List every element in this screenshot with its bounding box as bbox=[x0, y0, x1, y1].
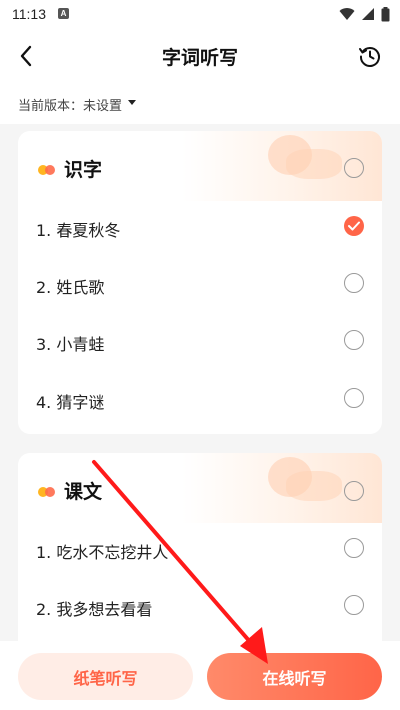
list-item-label: 2. 姓氏歌 bbox=[36, 278, 105, 297]
section-dots-icon bbox=[38, 163, 58, 175]
list-item-label: 2. 我多想去看看 bbox=[36, 600, 153, 619]
section-card-2: 课文 1. 吃水不忘挖井人 2. 我多想去看看 bbox=[18, 453, 382, 653]
section-header: 课文 bbox=[38, 477, 102, 504]
online-dictation-button[interactable]: 在线听写 bbox=[207, 653, 382, 700]
wifi-icon bbox=[339, 8, 355, 20]
list-item-label: 3. 小青蛙 bbox=[36, 335, 105, 354]
list-item-label: 1. 吃水不忘挖井人 bbox=[36, 543, 169, 562]
notification-icon: A bbox=[58, 8, 69, 19]
list-item[interactable]: 1. 春夏秋冬 bbox=[18, 199, 382, 256]
radio-circle-icon[interactable] bbox=[344, 388, 364, 408]
page-title: 字词听写 bbox=[161, 47, 238, 69]
radio-circle-icon[interactable] bbox=[344, 330, 364, 350]
list-item[interactable]: 1. 吃水不忘挖井人 bbox=[18, 521, 382, 578]
battery-icon bbox=[381, 6, 390, 21]
signal-icon bbox=[362, 8, 374, 20]
version-selector[interactable]: 当前版本：未设置 bbox=[0, 84, 400, 124]
radio-circle-icon[interactable] bbox=[344, 595, 364, 615]
list-item[interactable]: 2. 我多想去看看 bbox=[18, 578, 382, 635]
list-item[interactable]: 2. 姓氏歌 bbox=[18, 256, 382, 313]
version-label: 当前版本：未设置 bbox=[18, 99, 123, 114]
section-header: 识字 bbox=[38, 155, 102, 182]
radio-circle-icon[interactable] bbox=[344, 538, 364, 558]
history-clock-icon bbox=[359, 47, 380, 67]
list-item[interactable]: 3. 小青蛙 bbox=[18, 313, 382, 370]
section-select-all-radio[interactable] bbox=[344, 158, 364, 178]
list-item-label: 4. 猜字谜 bbox=[36, 393, 105, 412]
history-button[interactable] bbox=[354, 40, 386, 72]
paper-dictation-button[interactable]: 纸笔听写 bbox=[18, 653, 193, 700]
caret-down-icon bbox=[128, 100, 136, 105]
status-bar: 11:13 A bbox=[0, 0, 400, 28]
section-card-1: 识字 1. 春夏秋冬 2. 姓氏歌 3. 小青蛙 4. 猜字谜 bbox=[18, 131, 382, 434]
list-item-label: 1. 春夏秋冬 bbox=[36, 221, 121, 240]
status-time: 11:13 bbox=[12, 6, 46, 22]
section-dots-icon bbox=[38, 485, 58, 497]
list-item[interactable]: 4. 猜字谜 bbox=[18, 371, 382, 428]
bottom-action-bar: 纸笔听写 在线听写 bbox=[0, 641, 400, 710]
checkmark-icon[interactable] bbox=[344, 216, 364, 236]
section-select-all-radio[interactable] bbox=[344, 481, 364, 501]
app-header: 字词听写 bbox=[0, 28, 400, 84]
radio-circle-icon[interactable] bbox=[344, 273, 364, 293]
section-title: 识字 bbox=[64, 159, 103, 181]
section-title: 课文 bbox=[64, 481, 103, 503]
status-icons bbox=[339, 6, 390, 22]
